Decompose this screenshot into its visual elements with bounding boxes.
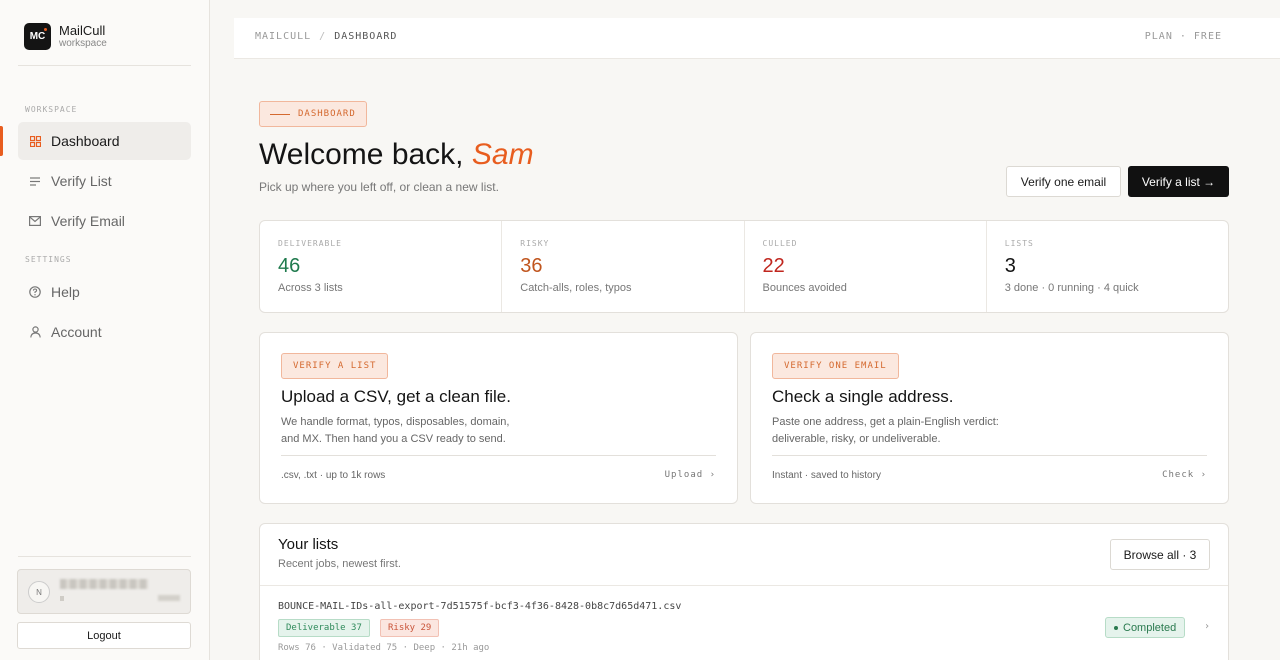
user-first-name: Sam (471, 138, 534, 171)
list-icon (29, 175, 41, 187)
stat-risky: RISKY 36 Catch-alls, roles, typos (502, 221, 745, 312)
list-row-filename[interactable]: BOUNCE-MAIL-IDs-all-export-7d51575f-bcf3… (278, 601, 681, 612)
brand-subtitle: workspace (59, 37, 107, 49)
stat-caption: 3 done · 0 running · 4 quick (1004, 282, 1139, 294)
welcome-text: Welcome back, (259, 138, 464, 171)
breadcrumb-separator: / (319, 31, 327, 42)
status-label: Completed (1123, 621, 1177, 634)
sidebar-item-verify-list[interactable]: Verify List (18, 162, 191, 200)
stat-value: 46 (278, 255, 301, 277)
sidebar-item-help[interactable]: Help (18, 273, 191, 311)
status-dot (1114, 625, 1118, 630)
sidebar-item-label: Verify List (51, 173, 112, 189)
card-description: We handle format, typos, disposables, do… (281, 414, 581, 448)
logout-button[interactable]: Logout (17, 622, 191, 649)
card-description-line: We handle format, typos, disposables, do… (281, 416, 510, 428)
stats-panel: DELIVERABLE 46 Across 3 lists RISKY 36 C… (259, 220, 1229, 313)
sidebar-item-label: Verify Email (51, 213, 125, 229)
page-tag-label: DASHBOARD (298, 109, 356, 119)
list-row-meta: Rows 76 · Validated 75 · Deep · 21h ago (278, 643, 490, 653)
breadcrumb-root[interactable]: MAILCULL (255, 31, 311, 42)
brand-logo: MC (24, 23, 51, 50)
grid-icon (29, 135, 41, 147)
check-link[interactable]: Check › (1162, 470, 1207, 480)
user-card[interactable]: N (17, 569, 191, 614)
user-icon (29, 326, 41, 338)
sidebar-item-label: Account (51, 324, 102, 340)
brand-logo-dot (44, 28, 47, 31)
topbar: MAILCULL / DASHBOARD PLAN · FREE (234, 18, 1280, 59)
redacted-user-name (60, 579, 148, 589)
page-title: Welcome back, Sam (259, 138, 534, 172)
card-tag: VERIFY A LIST (281, 353, 389, 379)
card-description-line: and MX. Then hand you a CSV ready to sen… (281, 433, 506, 445)
sidebar-item-account[interactable]: Account (18, 313, 191, 351)
stat-label: CULLED (762, 239, 798, 248)
tag-line (270, 113, 290, 115)
sidebar: MC MailCull workspace WORKSPACE Dashboar… (0, 0, 210, 660)
mail-icon (29, 215, 41, 227)
stat-value: 36 (520, 255, 543, 277)
breadcrumb-current: DASHBOARD (334, 31, 398, 42)
lists-subtitle: Recent jobs, newest first. (278, 558, 401, 570)
sidebar-item-label: Help (51, 284, 80, 300)
help-icon (29, 286, 41, 298)
stat-culled: CULLED 22 Bounces avoided (745, 221, 987, 312)
page-subtitle: Pick up where you left off, or clean a n… (259, 180, 499, 194)
sidebar-divider (18, 556, 191, 557)
verify-one-email-button[interactable]: Verify one email (1006, 166, 1121, 197)
card-description-line: deliverable, risky, or undeliverable. (772, 433, 941, 445)
stat-label: DELIVERABLE (278, 239, 342, 248)
card-footnote: .csv, .txt · up to 1k rows (281, 470, 386, 481)
page-tag: DASHBOARD (259, 101, 367, 127)
sidebar-item-dashboard[interactable]: Dashboard (18, 122, 191, 160)
stat-caption: Bounces avoided (762, 282, 847, 294)
lists-divider (260, 585, 1228, 586)
sidebar-divider (18, 65, 191, 66)
sidebar-item-label: Dashboard (51, 133, 120, 149)
section-label-workspace: WORKSPACE (25, 105, 78, 114)
section-label-settings: SETTINGS (25, 255, 72, 264)
browse-all-button[interactable]: Browse all · 3 (1110, 539, 1210, 570)
deliverable-count-pill: Deliverable 37 (278, 619, 370, 637)
card-description: Paste one address, get a plain-English v… (772, 414, 1072, 448)
card-footnote: Instant · saved to history (772, 470, 881, 481)
verify-list-button[interactable]: Verify a list → (1128, 166, 1229, 197)
status-badge: Completed (1105, 617, 1186, 638)
brand[interactable]: MC MailCull workspace (24, 23, 107, 50)
brand-logo-text: MC (29, 31, 46, 42)
plan-badge: PLAN · FREE (1144, 31, 1222, 42)
stat-value: 22 (762, 255, 785, 277)
redacted-user-detail (158, 595, 180, 601)
active-indicator (0, 126, 3, 156)
stat-caption: Catch-alls, roles, typos (520, 282, 632, 294)
verify-list-card[interactable]: VERIFY A LIST Upload a CSV, get a clean … (259, 332, 738, 504)
sidebar-item-verify-email[interactable]: Verify Email (18, 202, 191, 240)
card-title: Upload a CSV, get a clean file. (281, 387, 511, 406)
stat-value: 3 (1004, 255, 1016, 277)
stat-label: LISTS (1004, 239, 1034, 248)
risky-count-pill: Risky 29 (380, 619, 440, 637)
lists-title: Your lists (278, 536, 339, 553)
stat-deliverable: DELIVERABLE 46 Across 3 lists (260, 221, 503, 312)
card-divider (281, 455, 716, 456)
breadcrumb: MAILCULL / DASHBOARD (255, 31, 397, 42)
card-tag: VERIFY ONE EMAIL (772, 353, 899, 379)
card-description-line: Paste one address, get a plain-English v… (772, 416, 999, 428)
upload-link[interactable]: Upload › (665, 470, 716, 480)
stat-label: RISKY (520, 239, 550, 248)
lists-panel: Your lists Recent jobs, newest first. Br… (259, 523, 1229, 660)
brand-name: MailCull (59, 22, 106, 38)
avatar: N (28, 581, 50, 603)
redacted-user-detail (60, 596, 64, 601)
verify-email-card[interactable]: VERIFY ONE EMAIL Check a single address.… (750, 332, 1229, 504)
stat-caption: Across 3 lists (278, 282, 343, 294)
stat-lists: LISTS 3 3 done · 0 running · 4 quick (987, 221, 1228, 312)
card-title: Check a single address. (772, 387, 954, 406)
row-open-chevron-icon[interactable]: › (1204, 621, 1210, 632)
card-divider (772, 455, 1207, 456)
